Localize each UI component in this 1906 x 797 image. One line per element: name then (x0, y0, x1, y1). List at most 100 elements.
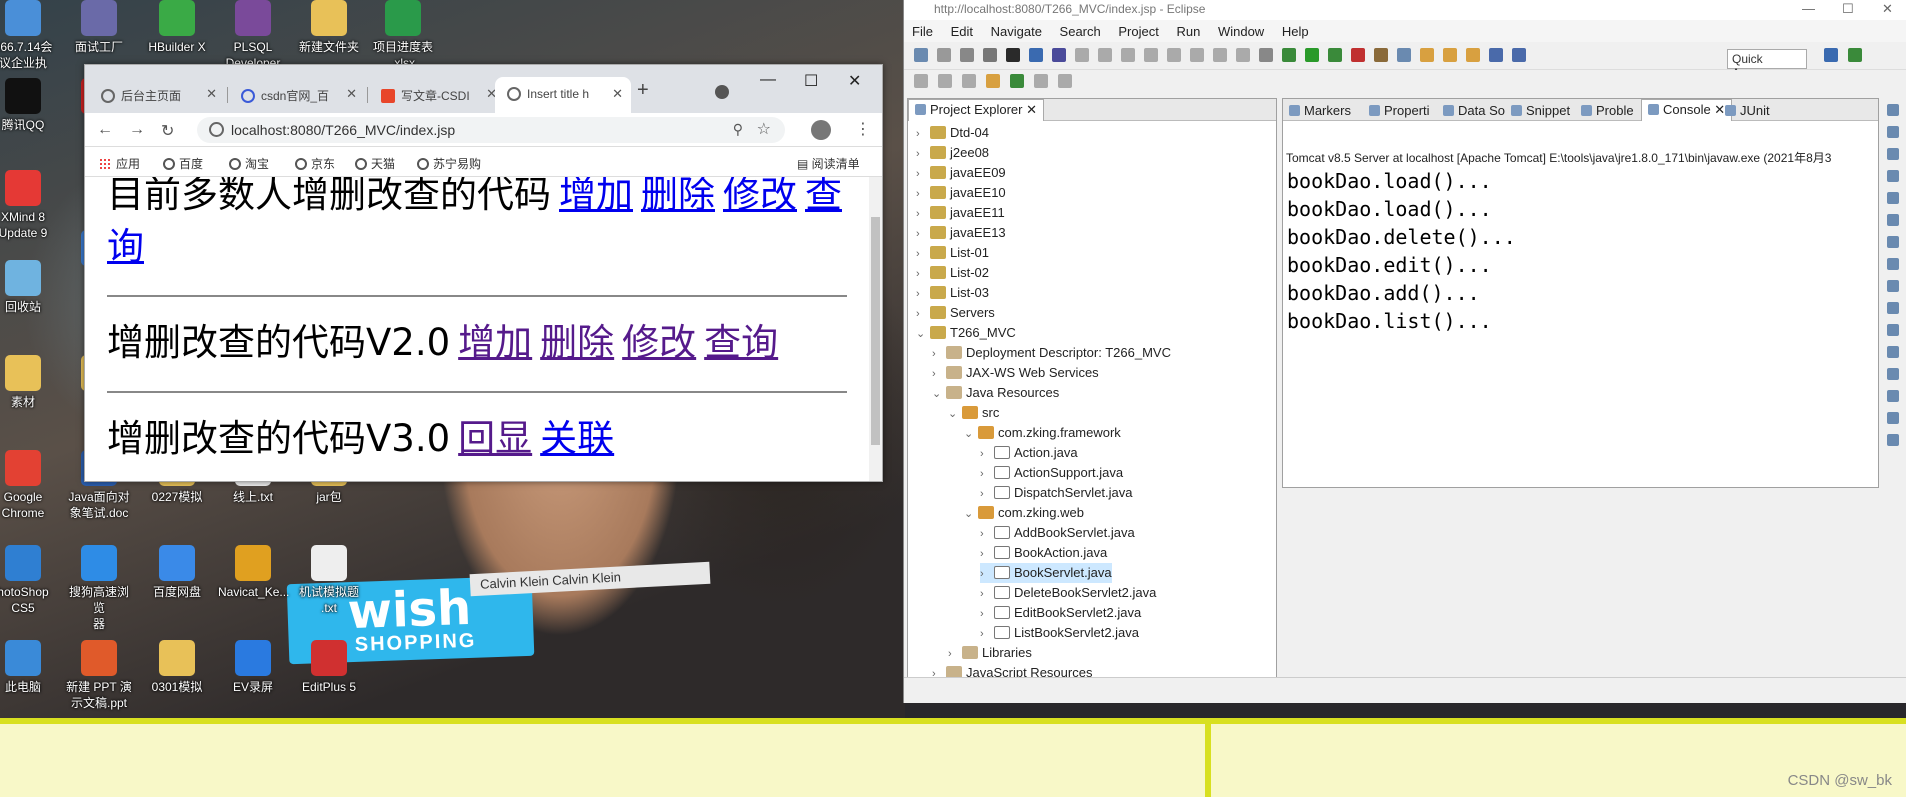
toolbar-button-icon[interactable] (1144, 48, 1158, 62)
back-arrow-icon[interactable]: ← (97, 121, 113, 139)
tab-search-icon[interactable] (715, 85, 729, 99)
console-tab-markers[interactable]: Markers (1283, 101, 1357, 120)
tree-node[interactable]: › List-02 (916, 263, 989, 283)
chevron-right-icon[interactable]: › (980, 544, 994, 564)
bookmark-tmall[interactable]: 天猫 (355, 155, 395, 172)
chevron-right-icon[interactable]: › (916, 264, 930, 284)
desktop-icon[interactable]: 项目进度表 .xlsx (368, 0, 438, 71)
console-tab-proble[interactable]: Proble (1575, 101, 1640, 120)
navigation-icon[interactable] (962, 74, 976, 88)
tree-node[interactable]: ⌄ Java Resources (932, 383, 1059, 403)
browser-tab-4[interactable]: Insert title h ✕ (495, 77, 631, 113)
tree-node[interactable]: › ActionSupport.java (980, 463, 1123, 483)
new-tab-button[interactable]: + (637, 79, 649, 102)
tree-node[interactable]: › DispatchServlet.java (980, 483, 1133, 503)
menu-window[interactable]: Window (1218, 24, 1264, 39)
desktop-icon[interactable]: 新建文件夹 (294, 0, 364, 55)
tree-node[interactable]: › javaEE13 (916, 223, 1006, 243)
tree-node[interactable]: ⌄ T266_MVC (916, 323, 1016, 343)
menu-kebab-icon[interactable]: ⋮ (855, 119, 871, 139)
page-scrollbar[interactable] (869, 177, 882, 481)
browser-tab-2[interactable]: csdn官网_百 ✕ (229, 77, 365, 113)
desktop-icon[interactable]: XMind 8 Update 9 (0, 170, 58, 241)
toolbar-button-icon[interactable] (1282, 48, 1296, 62)
console-tab-properti[interactable]: Properti (1363, 101, 1436, 120)
menu-edit[interactable]: Edit (951, 24, 973, 39)
toolbar-button-icon[interactable] (1489, 48, 1503, 62)
close-icon[interactable]: ✕ (612, 86, 623, 102)
toolbar-button-icon[interactable] (1305, 48, 1319, 62)
tree-node[interactable]: › Servers (916, 303, 995, 323)
navigation-icon[interactable] (938, 74, 952, 88)
side-view-icon[interactable] (1887, 390, 1899, 402)
chevron-right-icon[interactable]: › (916, 144, 930, 164)
chevron-right-icon[interactable]: › (916, 304, 930, 324)
forward-arrow-icon[interactable]: → (129, 121, 145, 139)
tree-node[interactable]: › javaEE10 (916, 183, 1006, 203)
chevron-down-icon[interactable]: ⌄ (948, 404, 962, 424)
desktop-icon[interactable]: 新建 PPT 演 示文稿.ppt (64, 640, 134, 711)
chevron-down-icon[interactable]: ⌄ (932, 384, 946, 404)
navigation-icon[interactable] (914, 74, 928, 88)
side-view-icon[interactable] (1887, 170, 1899, 182)
desktop-icon[interactable]: PLSQL Developer (218, 0, 288, 71)
browser-tab-3[interactable]: 写文章-CSDI ✕ (369, 77, 505, 113)
profile-avatar[interactable] (811, 120, 831, 140)
desktop-icon[interactable]: EV录屏 (218, 640, 288, 695)
toolbar-button-icon[interactable] (1121, 48, 1135, 62)
toolbar-button-icon[interactable] (1236, 48, 1250, 62)
chevron-right-icon[interactable]: › (916, 184, 930, 204)
bookmark-jd[interactable]: 京东 (295, 155, 335, 172)
toolbar-button-icon[interactable] (1397, 48, 1411, 62)
toolbar-button-icon[interactable] (960, 48, 974, 62)
toolbar-button-icon[interactable] (914, 48, 928, 62)
bookmark-baidu[interactable]: 百度 (163, 155, 203, 172)
desktop-icon[interactable]: 此电脑 (0, 640, 58, 695)
link-query-v2[interactable]: 查询 (704, 321, 778, 364)
toolbar-button-icon[interactable] (1190, 48, 1204, 62)
tree-node[interactable]: › Deployment Descriptor: T266_MVC (932, 343, 1171, 363)
toolbar-button-icon[interactable] (1351, 48, 1365, 62)
chevron-right-icon[interactable]: › (980, 464, 994, 484)
reading-list[interactable]: ▤ 阅读清单 (797, 155, 860, 172)
desktop-icon[interactable]: Navicat_Ke... (218, 545, 289, 600)
maximize-button[interactable]: ☐ (804, 71, 818, 91)
chevron-down-icon[interactable]: ⌄ (964, 424, 978, 444)
desktop-icon[interactable]: 266.7.14会 议企业执 (0, 0, 58, 71)
side-view-icon[interactable] (1887, 368, 1899, 380)
close-window-button[interactable]: ✕ (1882, 1, 1893, 17)
desktop-icon[interactable]: EditPlus 5 (294, 640, 364, 695)
desktop-icon[interactable]: 面试工厂 (64, 0, 134, 55)
toolbar-button-icon[interactable] (1328, 48, 1342, 62)
navigation-icon[interactable] (1010, 74, 1024, 88)
tree-node[interactable]: › List-03 (916, 283, 989, 303)
chevron-right-icon[interactable]: › (980, 584, 994, 604)
console-tab-snippet[interactable]: Snippet (1505, 101, 1576, 120)
close-icon[interactable]: ✕ (206, 86, 217, 102)
chevron-right-icon[interactable]: › (980, 604, 994, 624)
bookmark-star-icon[interactable]: ☆ (757, 119, 771, 139)
menu-help[interactable]: Help (1282, 24, 1309, 39)
side-view-icon[interactable] (1887, 280, 1899, 292)
toolbar-button-icon[interactable] (1167, 48, 1181, 62)
toolbar-button-icon[interactable] (1075, 48, 1089, 62)
minimize-button[interactable]: — (760, 71, 776, 89)
desktop-icon[interactable]: 腾讯QQ (0, 78, 58, 133)
toolbar-button-icon[interactable] (1374, 48, 1388, 62)
tree-node[interactable]: › EditBookServlet2.java (980, 603, 1141, 623)
bookmark-suning[interactable]: 苏宁易购 (417, 155, 481, 172)
tree-node[interactable]: › javaEE11 (916, 203, 1005, 223)
side-view-icon[interactable] (1887, 434, 1899, 446)
side-view-icon[interactable] (1887, 346, 1899, 358)
side-view-icon[interactable] (1887, 412, 1899, 424)
tree-node[interactable]: › Dtd-04 (916, 123, 989, 143)
chevron-right-icon[interactable]: › (916, 124, 930, 144)
chevron-right-icon[interactable]: › (980, 624, 994, 644)
toolbar-button-icon[interactable] (1420, 48, 1434, 62)
chevron-right-icon[interactable]: › (980, 524, 994, 544)
link-delete-v2[interactable]: 删除 (540, 321, 614, 364)
reload-icon[interactable]: ↻ (161, 121, 174, 141)
chevron-right-icon[interactable]: › (948, 644, 962, 664)
tree-node[interactable]: › BookServlet.java (980, 563, 1112, 583)
chevron-right-icon[interactable]: › (916, 284, 930, 304)
